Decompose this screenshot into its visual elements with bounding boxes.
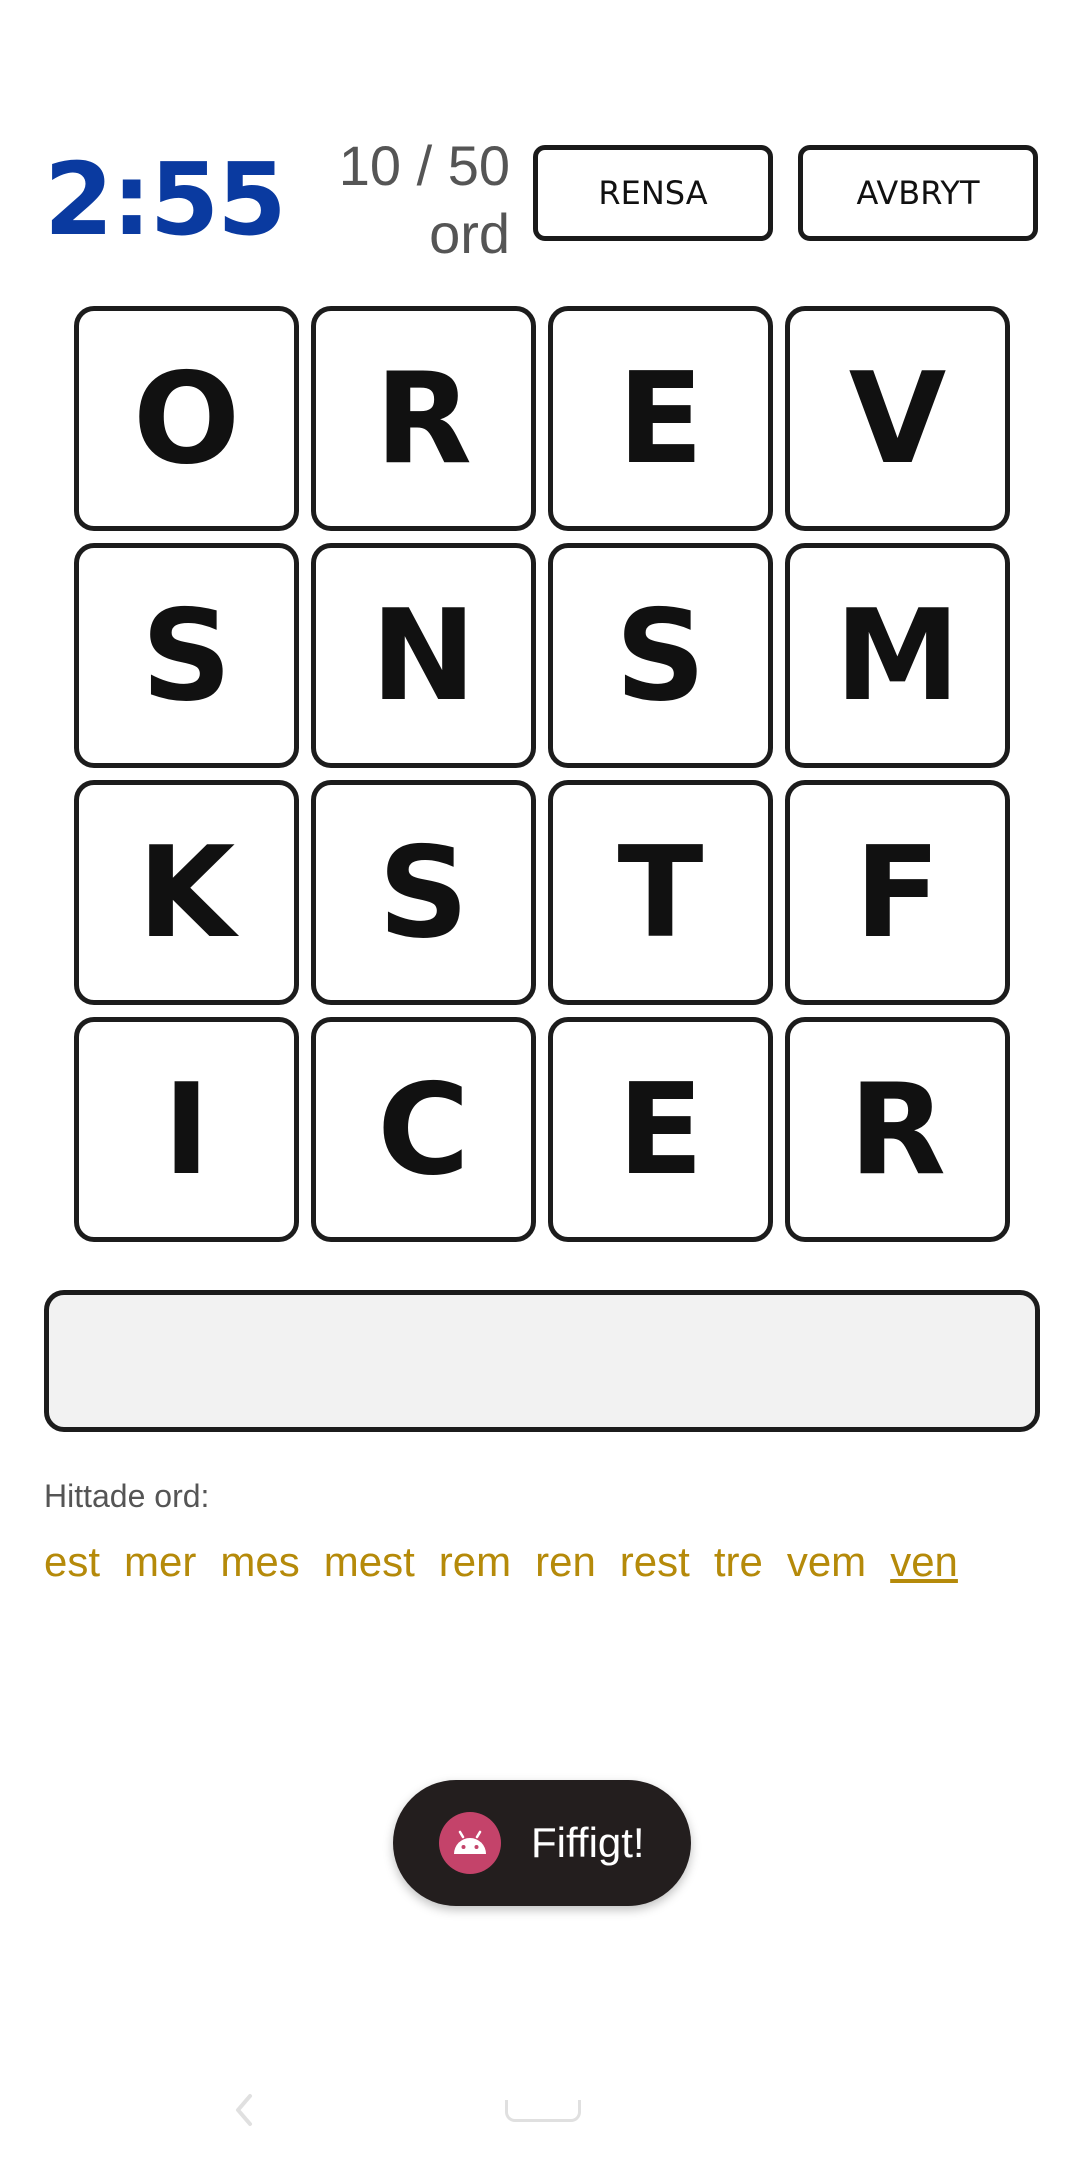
android-icon bbox=[439, 1812, 501, 1874]
toast-text: Fiffigt! bbox=[531, 1819, 645, 1866]
found-word[interactable]: mer bbox=[124, 1534, 196, 1590]
cancel-button[interactable]: AVBRYT bbox=[798, 145, 1038, 241]
found-word[interactable]: tre bbox=[714, 1534, 763, 1590]
letter-tile[interactable]: K bbox=[74, 780, 299, 1005]
letter-tile[interactable]: S bbox=[311, 780, 536, 1005]
letter-tile[interactable]: S bbox=[74, 543, 299, 768]
letter-grid: O R E V S N S M K S T F I C E R bbox=[74, 306, 1010, 1242]
letter-tile[interactable]: N bbox=[311, 543, 536, 768]
found-word[interactable]: mes bbox=[220, 1534, 299, 1590]
clear-button[interactable]: RENSA bbox=[533, 145, 773, 241]
found-words-label: Hittade ord: bbox=[44, 1478, 210, 1514]
found-word-latest[interactable]: ven bbox=[890, 1534, 958, 1590]
letter-tile[interactable]: S bbox=[548, 543, 773, 768]
letter-tile[interactable]: E bbox=[548, 1017, 773, 1242]
found-word[interactable]: rest bbox=[620, 1534, 690, 1590]
found-word[interactable]: rem bbox=[439, 1534, 511, 1590]
found-word[interactable]: mest bbox=[324, 1534, 415, 1590]
nav-home-icon[interactable] bbox=[505, 2100, 581, 2122]
letter-tile[interactable]: R bbox=[311, 306, 536, 531]
letter-tile[interactable]: E bbox=[548, 306, 773, 531]
found-words-list: est mer mes mest rem ren rest tre vem ve… bbox=[44, 1534, 1040, 1590]
timer: 2:55 bbox=[44, 141, 287, 258]
letter-tile[interactable]: O bbox=[74, 306, 299, 531]
word-count: 10 / 50 ord bbox=[338, 134, 510, 265]
found-word[interactable]: vem bbox=[787, 1534, 866, 1590]
found-word[interactable]: ren bbox=[535, 1534, 596, 1590]
current-word-field[interactable] bbox=[44, 1290, 1040, 1432]
found-word[interactable]: est bbox=[44, 1534, 100, 1590]
letter-tile[interactable]: M bbox=[785, 543, 1010, 768]
letter-tile[interactable]: C bbox=[311, 1017, 536, 1242]
letter-tile[interactable]: I bbox=[74, 1017, 299, 1242]
toast-message: Fiffigt! bbox=[393, 1780, 691, 1906]
letter-tile[interactable]: T bbox=[548, 780, 773, 1005]
nav-back-icon[interactable] bbox=[230, 2090, 256, 2130]
letter-tile[interactable]: V bbox=[785, 306, 1010, 531]
letter-tile[interactable]: R bbox=[785, 1017, 1010, 1242]
letter-tile[interactable]: F bbox=[785, 780, 1010, 1005]
